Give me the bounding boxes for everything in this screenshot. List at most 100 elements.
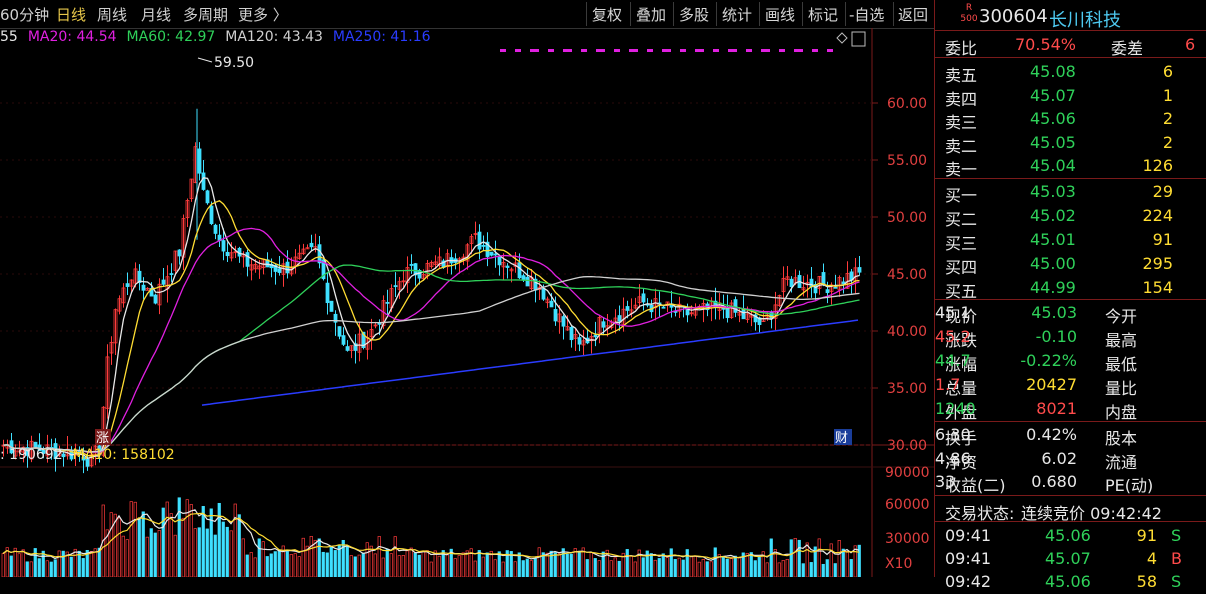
signal-marker	[764, 49, 770, 52]
candle-body	[385, 301, 390, 304]
volume-bar	[129, 501, 133, 577]
volume-bar	[209, 508, 213, 577]
tab-60min[interactable]: 60分钟	[0, 4, 49, 25]
tick-time: 09:41	[945, 526, 992, 545]
volume-bar	[481, 556, 485, 577]
tab-more[interactable]: 更多 〉	[238, 4, 288, 25]
volume-bar	[585, 559, 589, 577]
volume-bar	[9, 555, 13, 577]
order-ratio-row: 委比 70.54% 委差 6	[935, 33, 1206, 58]
quote-value: 45.2	[935, 327, 971, 346]
restore-button[interactable]: 复权	[592, 4, 622, 25]
tab-daily[interactable]: 日线	[56, 4, 86, 25]
volume-bar	[241, 538, 245, 577]
quote-label: 今开	[1105, 307, 1138, 326]
stock-name[interactable]: 长川科技	[1049, 6, 1121, 32]
fund-value: 6.30	[935, 425, 971, 444]
ma120-legend: MA120: 43.43	[225, 29, 323, 45]
divider	[935, 521, 1206, 522]
volume-bar	[181, 517, 185, 577]
kline-chart[interactable]: 60.00 55.00 50.00 45.00 40.00 35.00 30.00 9000…	[0, 28, 934, 577]
candle-body	[341, 335, 346, 345]
fund-row: 净资 6.02 流通 4.86	[935, 447, 1206, 472]
ask-price: 45.04	[1030, 156, 1076, 175]
back-button[interactable]: 返回	[898, 4, 928, 25]
candle-body	[825, 289, 830, 294]
signal-marker	[797, 49, 803, 52]
volume-bar	[381, 557, 385, 577]
volume-bar	[17, 553, 21, 577]
stats-button[interactable]: 统计	[722, 4, 752, 25]
candle-body	[125, 283, 130, 287]
signal-marker	[632, 49, 638, 52]
tick-row: 09:41 45.06 91 S	[935, 524, 1206, 548]
quote-label: 最低	[1105, 355, 1138, 374]
volume-bar	[729, 558, 733, 577]
ask-level-label: 卖三	[945, 113, 978, 132]
volume-bar	[573, 548, 577, 577]
overlay-button[interactable]: 叠加	[636, 4, 666, 25]
toolbar-divider	[673, 2, 674, 26]
volume-bar	[845, 550, 849, 577]
tick-price: 45.07	[1045, 549, 1091, 568]
ask-level-label: 卖五	[945, 66, 978, 85]
tab-multi-period[interactable]: 多周期	[183, 4, 228, 25]
candle-body	[489, 251, 494, 256]
volume-ma5-line	[2, 509, 860, 561]
bid-level-label: 买三	[945, 234, 978, 253]
remove-watchlist-button[interactable]: -自选	[849, 4, 884, 25]
volume-bar	[417, 554, 421, 577]
volume-bar	[833, 563, 837, 577]
volume-bar	[757, 556, 761, 577]
mark-button[interactable]: 标记	[808, 4, 838, 25]
candle-body	[345, 346, 350, 351]
financial-report-badge-text: 财	[835, 431, 848, 446]
draw-line-button[interactable]: 画线	[765, 4, 795, 25]
candle-body	[833, 286, 838, 289]
candle-body	[161, 279, 166, 285]
tab-weekly[interactable]: 周线	[97, 4, 127, 25]
toolbar-divider	[845, 2, 846, 26]
volume-bar	[345, 545, 349, 577]
quote-value: 8021	[1036, 399, 1077, 418]
tab-monthly[interactable]: 月线	[141, 4, 171, 25]
signal-marker	[680, 49, 686, 52]
price-axis-tick: 30.00	[887, 438, 927, 454]
volume-bar	[237, 514, 241, 577]
bid-volume: 295	[1142, 254, 1173, 273]
volume-bar	[533, 557, 537, 577]
candle-body	[641, 293, 646, 303]
volume-bar	[453, 558, 457, 577]
volume-bar	[293, 553, 297, 577]
ask-volume: 2	[1162, 132, 1173, 152]
volume-bar	[649, 553, 653, 577]
volume-bar	[817, 538, 821, 577]
volume-bar	[49, 561, 53, 577]
candle-body	[221, 240, 226, 252]
quote-row: 现价 45.03 今开 45.1	[935, 301, 1206, 326]
volume-bar	[673, 559, 677, 577]
volume-bar	[97, 547, 101, 577]
volume-bar	[361, 552, 365, 577]
signal-marker	[647, 49, 653, 52]
candle-body	[209, 205, 214, 225]
quote-row: 外盘 8021 内盘 1240	[935, 397, 1206, 422]
volume-bar	[489, 550, 493, 577]
ask-level-label: 卖二	[945, 136, 978, 156]
candle-body	[549, 300, 554, 308]
volume-bar	[557, 553, 561, 577]
quote-value: -0.10	[1035, 327, 1077, 346]
multistock-button[interactable]: 多股	[679, 4, 709, 25]
volume-bar	[81, 558, 85, 577]
volume-bar	[317, 538, 321, 577]
volume-bar	[301, 537, 305, 577]
quote-value: 20427	[1026, 375, 1077, 394]
volume-bar	[177, 497, 181, 577]
fund-row: 换手 0.42% 股本 6.30	[935, 423, 1206, 448]
price-axis-tick: 45.00	[887, 267, 927, 283]
volume-legend-value: : 190692	[0, 447, 63, 463]
volume-ma-lines	[2, 509, 860, 561]
signal-marker	[614, 49, 620, 52]
ma250-legend: MA250: 41.16	[332, 29, 431, 45]
volume-bar	[269, 553, 273, 577]
